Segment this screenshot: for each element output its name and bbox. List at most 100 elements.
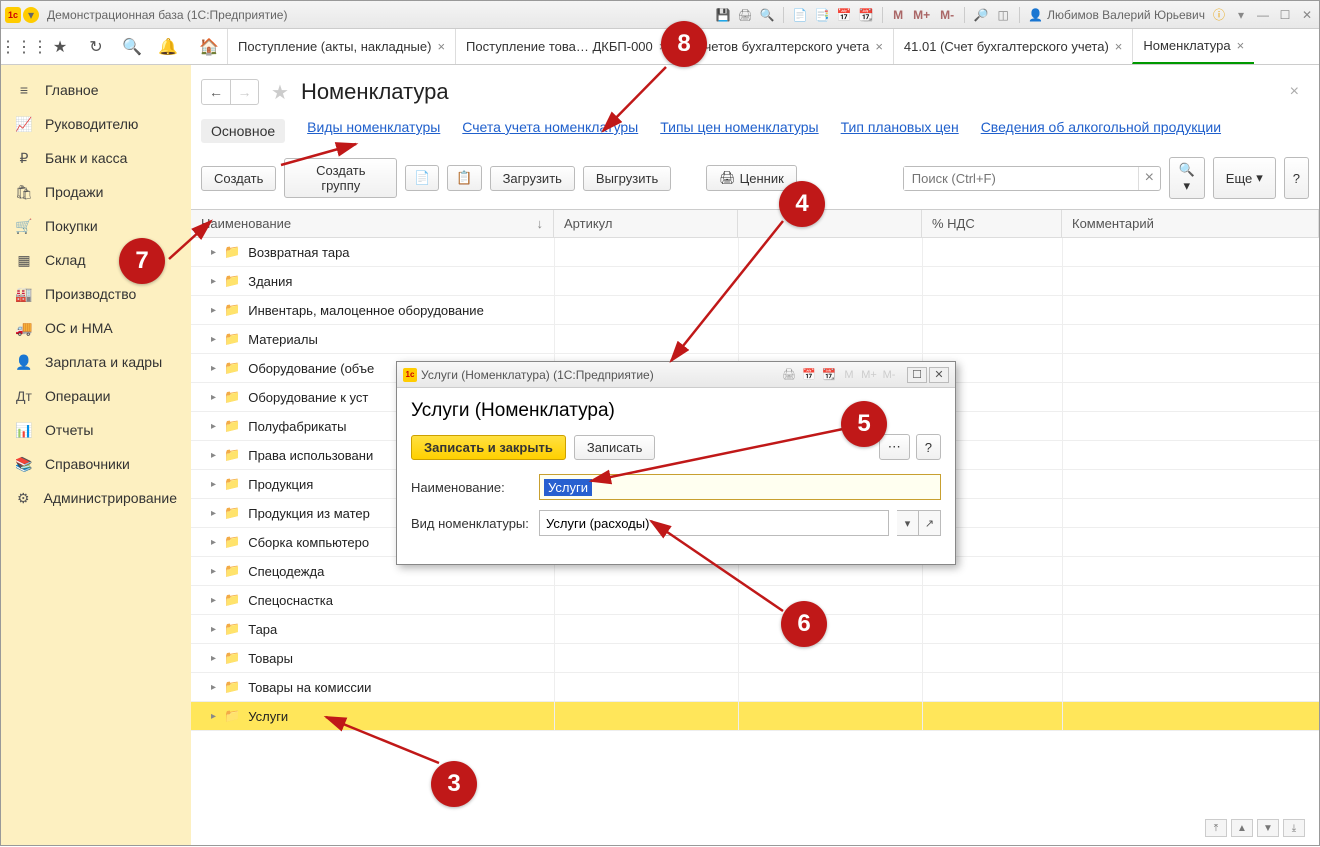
print-icon[interactable]: 🖨 <box>737 7 753 23</box>
expand-icon[interactable]: ▸ <box>211 479 216 490</box>
expand-icon[interactable]: ▸ <box>211 508 216 519</box>
nav-down-button[interactable]: ▼ <box>1257 819 1279 837</box>
kind-field[interactable]: Услуги (расходы) <box>539 510 889 536</box>
nav-up-button[interactable]: ▲ <box>1231 819 1253 837</box>
tab-close-icon[interactable]: × <box>1115 39 1123 54</box>
save-icon[interactable]: 💾 <box>715 7 731 23</box>
column-nds[interactable]: % НДС <box>922 210 1062 237</box>
table-row[interactable]: ▸📁Тара <box>191 615 1319 644</box>
apps-icon[interactable]: ⋮⋮⋮ <box>15 38 33 56</box>
save-button[interactable]: Записать <box>574 435 656 460</box>
create-group-button[interactable]: Создать группу <box>284 158 397 198</box>
sidebar-item-10[interactable]: 📊Отчеты <box>1 413 191 447</box>
expand-icon[interactable]: ▸ <box>211 711 216 722</box>
back-button[interactable]: ← <box>202 80 230 104</box>
expand-icon[interactable]: ▸ <box>211 305 216 316</box>
user-badge[interactable]: 👤 Любимов Валерий Юрьевич <box>1028 8 1205 22</box>
expand-icon[interactable]: ▸ <box>211 566 216 577</box>
tab-close-icon[interactable]: × <box>875 39 883 54</box>
tab-1[interactable]: Поступление това… ДКБП-000× <box>455 29 676 64</box>
expand-icon[interactable]: ▸ <box>211 363 216 374</box>
subnav-item-3[interactable]: Типы цен номенклатуры <box>660 119 818 143</box>
expand-icon[interactable]: ▸ <box>211 392 216 403</box>
expand-icon[interactable]: ▸ <box>211 276 216 287</box>
copy-button[interactable]: 📄 <box>405 165 439 191</box>
list-button[interactable]: 📋 <box>447 165 481 191</box>
search-dropdown-button[interactable]: 🔍 ▾ <box>1169 157 1205 199</box>
expand-icon[interactable]: ▸ <box>211 624 216 635</box>
calendar-icon[interactable]: 📅 <box>836 7 852 23</box>
sidebar-item-6[interactable]: 🏭Производство <box>1 277 191 311</box>
dialog-calendar-icon[interactable]: 📅 <box>801 367 817 383</box>
kind-open-button[interactable]: ↗ <box>919 510 941 536</box>
history-icon[interactable]: ↻ <box>87 38 105 56</box>
calendar31-icon[interactable]: 📆 <box>858 7 874 23</box>
sidebar-item-11[interactable]: 📚Справочники <box>1 447 191 481</box>
column-empty[interactable] <box>738 210 922 237</box>
dialog-calendar31-icon[interactable]: 📆 <box>821 367 837 383</box>
sidebar-item-12[interactable]: ⚙Администрирование <box>1 481 191 515</box>
unload-button[interactable]: Выгрузить <box>583 166 671 191</box>
table-row[interactable]: ▸📁Возвратная тара <box>191 238 1319 267</box>
m-plus-button[interactable]: M+ <box>911 8 932 22</box>
doc-icon[interactable]: 📄 <box>792 7 808 23</box>
table-row[interactable]: ▸📁Здания <box>191 267 1319 296</box>
expand-icon[interactable]: ▸ <box>211 537 216 548</box>
maximize-icon[interactable]: ☐ <box>1277 7 1293 23</box>
expand-icon[interactable]: ▸ <box>211 421 216 432</box>
kind-dropdown-button[interactable]: ▾ <box>897 510 919 536</box>
load-button[interactable]: Загрузить <box>490 166 575 191</box>
dialog-maximize-icon[interactable]: ☐ <box>907 367 927 383</box>
sidebar-item-7[interactable]: 🚚ОС и НМА <box>1 311 191 345</box>
search-clear-icon[interactable]: × <box>1138 167 1160 190</box>
zoom-icon[interactable]: 🔎 <box>973 7 989 23</box>
expand-icon[interactable]: ▸ <box>211 334 216 345</box>
favorite-star-icon[interactable]: ★ <box>271 80 289 105</box>
dialog-more-button[interactable]: ⋯ <box>879 434 910 460</box>
star-icon[interactable]: ★ <box>51 38 69 56</box>
help-button[interactable]: ? <box>1284 157 1309 199</box>
expand-icon[interactable]: ▸ <box>211 450 216 461</box>
app-dropdown-button[interactable]: ▾ <box>23 7 39 23</box>
create-button[interactable]: Создать <box>201 166 276 191</box>
sidebar-item-4[interactable]: 🛒Покупки <box>1 209 191 243</box>
tab-close-icon[interactable]: × <box>1237 38 1245 53</box>
subnav-item-4[interactable]: Тип плановых цен <box>841 119 959 143</box>
expand-icon[interactable]: ▸ <box>211 653 216 664</box>
expand-icon[interactable]: ▸ <box>211 595 216 606</box>
expand-icon[interactable]: ▸ <box>211 682 216 693</box>
table-row[interactable]: ▸📁Инвентарь, малоценное оборудование <box>191 296 1319 325</box>
m-minus-button[interactable]: M- <box>938 8 956 22</box>
more-button[interactable]: Еще ▾ <box>1213 157 1276 199</box>
tab-2[interactable]: н счетов бухгалтерского учета× <box>676 29 893 64</box>
price-tags-button[interactable]: 🖨 Ценник <box>706 165 797 191</box>
column-article[interactable]: Артикул <box>554 210 738 237</box>
expand-icon[interactable]: ▸ <box>211 247 216 258</box>
page-close-icon[interactable]: × <box>1290 83 1299 101</box>
table-row[interactable]: ▸📁Спецоснастка <box>191 586 1319 615</box>
subnav-item-1[interactable]: Виды номенклатуры <box>307 119 440 143</box>
m-button[interactable]: M <box>891 8 905 22</box>
dialog-help-button[interactable]: ? <box>916 434 941 460</box>
sidebar-item-3[interactable]: 🛍Продажи <box>1 175 191 209</box>
close-icon[interactable]: ✕ <box>1299 7 1315 23</box>
nav-bottom-button[interactable]: ⤓ <box>1283 819 1305 837</box>
compare-icon[interactable]: 📑 <box>814 7 830 23</box>
search-icon[interactable]: 🔍 <box>123 38 141 56</box>
subnav-item-2[interactable]: Счета учета номенклатуры <box>462 119 638 143</box>
subnav-item-0[interactable]: Основное <box>201 119 285 143</box>
panel-icon[interactable]: ◫ <box>995 7 1011 23</box>
table-row[interactable]: ▸📁Товары на комиссии <box>191 673 1319 702</box>
save-close-button[interactable]: Записать и закрыть <box>411 435 566 460</box>
subnav-item-5[interactable]: Сведения об алкогольной продукции <box>981 119 1221 143</box>
sidebar-item-8[interactable]: 👤Зарплата и кадры <box>1 345 191 379</box>
name-field[interactable]: Услуги <box>539 474 941 500</box>
sidebar-item-0[interactable]: ≡Главное <box>1 73 191 107</box>
minimize-icon[interactable]: — <box>1255 7 1271 23</box>
tab-3[interactable]: 41.01 (Счет бухгалтерского учета)× <box>893 29 1132 64</box>
forward-button[interactable]: → <box>230 80 258 104</box>
preview-icon[interactable]: 🔍 <box>759 7 775 23</box>
table-row[interactable]: ▸📁Услуги <box>191 702 1319 731</box>
search-input[interactable] <box>904 167 1138 190</box>
info-icon[interactable]: ⓘ <box>1211 7 1227 23</box>
